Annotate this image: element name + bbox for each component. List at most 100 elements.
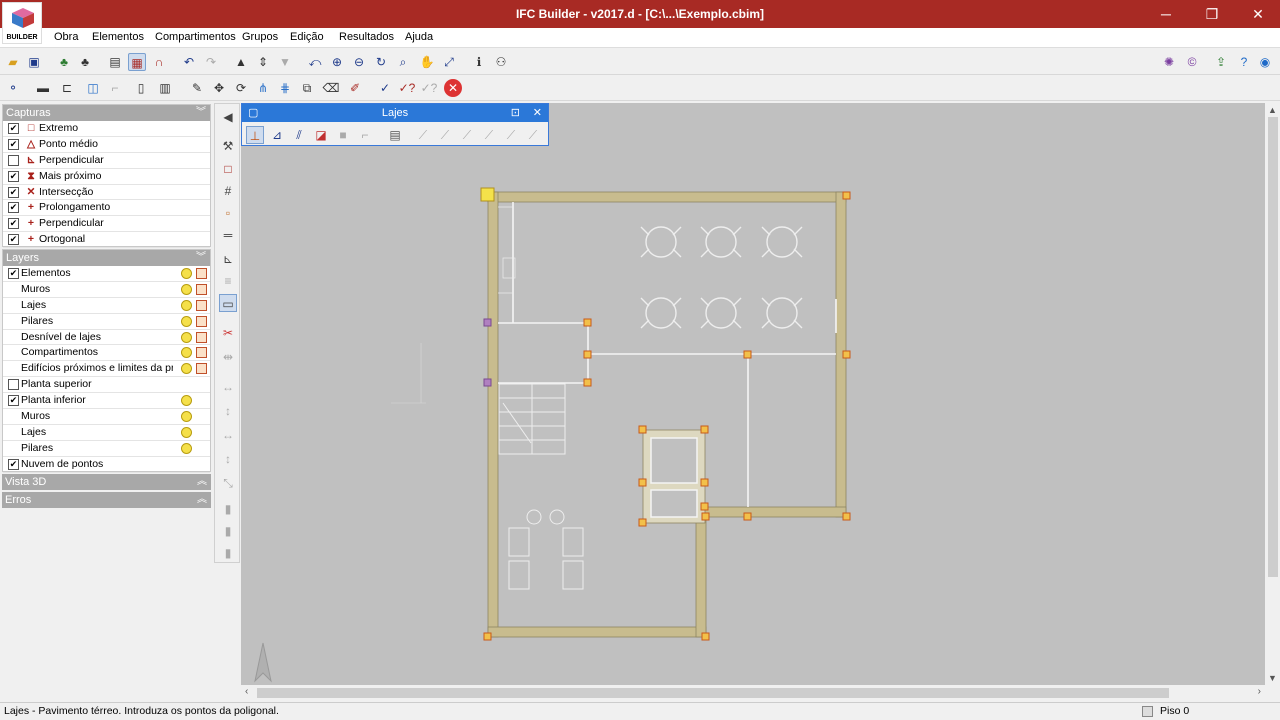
capture-checkbox[interactable] — [8, 154, 19, 166]
dim-v2-icon[interactable]: ↕ — [219, 450, 237, 468]
door-icon[interactable]: ⊏ — [58, 79, 76, 97]
dim-h-icon[interactable]: ↔ — [219, 378, 237, 396]
opening-icon[interactable]: ⟋ — [414, 126, 432, 144]
grid-icon[interactable]: ▦ — [128, 53, 146, 71]
lajes-header[interactable]: ▢ Lajes ⊡ ✕ — [242, 104, 548, 122]
collapse-chevron-icon[interactable]: ︾ — [196, 250, 206, 266]
undo-icon[interactable]: ↶ — [180, 53, 198, 71]
capture-checkbox[interactable]: ✔ — [8, 123, 19, 134]
capture-row[interactable]: ✔ ⧗ Mais próximo — [3, 169, 210, 185]
report-icon[interactable]: ▤ — [106, 53, 124, 71]
check-icon[interactable]: ✓ — [376, 79, 394, 97]
dim-diag-icon[interactable]: ⤡ — [219, 474, 237, 492]
drawing-canvas[interactable] — [241, 103, 1265, 685]
visibility-bulb-icon[interactable] — [181, 426, 192, 438]
floor-plan[interactable] — [241, 103, 1265, 685]
wall-icon[interactable]: ▬ — [34, 79, 52, 97]
zoom-extents-icon[interactable]: ⤢ — [440, 53, 458, 71]
floor-select-icon[interactable]: ⇕ — [254, 53, 272, 71]
layer-row[interactable]: ✔ Nuvem de pontos — [3, 457, 210, 473]
align-icon[interactable]: ⇹ — [219, 348, 237, 366]
pan-hand-icon[interactable]: ✋ — [418, 53, 436, 71]
expand-chevron-icon[interactable]: ︽ — [197, 492, 207, 508]
capture-row[interactable]: ✔ + Perpendicular — [3, 216, 210, 233]
grid-elem-icon[interactable]: # — [219, 182, 237, 200]
dim-v-icon[interactable]: ↕ — [219, 402, 237, 420]
edit-props-icon[interactable]: ✐ — [346, 79, 364, 97]
opening4-icon[interactable]: ⟋ — [480, 126, 498, 144]
slab-slope-icon[interactable]: ⊿ — [268, 126, 286, 144]
opening5-icon[interactable]: ⟋ — [502, 126, 520, 144]
opening2-icon[interactable]: ⟋ — [436, 126, 454, 144]
layer-row[interactable]: Pilares — [3, 441, 210, 457]
slab-outline-icon[interactable]: □ — [219, 160, 237, 178]
scroll-left-icon[interactable]: ‹ — [245, 686, 248, 697]
menu-grupos[interactable]: Grupos — [242, 31, 278, 43]
tree-gray-icon[interactable]: ♣ — [76, 53, 94, 71]
elev3-icon[interactable]: ▮ — [219, 544, 237, 562]
lock-icon[interactable] — [196, 347, 207, 359]
visibility-bulb-icon[interactable] — [181, 442, 192, 454]
lock-icon[interactable] — [196, 315, 207, 327]
visibility-bulb-icon[interactable] — [181, 283, 192, 295]
scroll-right-icon[interactable]: › — [1258, 686, 1261, 697]
cut-icon[interactable]: ✂ — [219, 324, 237, 342]
rotate-icon[interactable]: ⟳ — [232, 79, 250, 97]
visibility-bulb-icon[interactable] — [181, 331, 192, 343]
lock-icon[interactable] — [196, 283, 207, 295]
expand-chevron-icon[interactable]: ︽ — [197, 474, 207, 490]
help-icon[interactable]: ? — [1235, 53, 1253, 71]
level-icon[interactable]: ⊾ — [219, 250, 237, 268]
elev2-icon[interactable]: ▮ — [219, 522, 237, 540]
window-elem-icon[interactable]: ◫ — [84, 79, 102, 97]
visibility-bulb-icon[interactable] — [181, 268, 192, 279]
layer-row[interactable]: Desnível de lajes — [3, 330, 210, 346]
step-icon[interactable]: ⌐ — [106, 79, 124, 97]
stair-elem-icon[interactable]: ≡ — [219, 272, 237, 290]
close-button[interactable]: ✕ — [1244, 3, 1272, 25]
capture-row[interactable]: ✔ □ Extremo — [3, 121, 210, 137]
capture-checkbox[interactable]: ✔ — [8, 138, 19, 150]
lock-icon[interactable] — [196, 299, 207, 311]
slab-step-icon[interactable]: ⌐ — [356, 126, 374, 144]
capture-checkbox[interactable]: ✔ — [8, 186, 19, 198]
vertical-scrollbar[interactable]: ▲ ▼ — [1266, 103, 1280, 685]
pencil-icon[interactable]: ✎ — [188, 79, 206, 97]
network-icon[interactable]: ✺ — [1160, 53, 1178, 71]
menu-edicao[interactable]: Edição — [290, 31, 324, 43]
capture-row[interactable]: ⊾ Perpendicular — [3, 153, 210, 169]
slab-props-icon[interactable]: ▤ — [386, 126, 404, 144]
layer-row[interactable]: Edifícios próximos e limites da pr... — [3, 361, 210, 378]
info-icon[interactable]: ℹ — [470, 53, 488, 71]
visibility-bulb-icon[interactable] — [181, 315, 192, 327]
capture-checkbox[interactable]: ✔ — [8, 218, 19, 230]
copy-icon[interactable]: ⧉ — [298, 79, 316, 97]
pin-icon[interactable]: ⊡ — [511, 104, 520, 122]
eraser-icon[interactable]: ⌫ — [322, 79, 340, 97]
layer-row[interactable]: ✔ Elementos — [3, 266, 210, 282]
mirror-copy-icon[interactable]: ⋕ — [276, 79, 294, 97]
vista3d-header[interactable]: Vista 3D ︽ — [2, 474, 211, 490]
magnet-icon[interactable]: ∩ — [150, 53, 168, 71]
zoom-back-icon[interactable]: ⤺ — [306, 53, 324, 71]
restore-button[interactable]: ❐ — [1198, 3, 1226, 25]
vertical-scroll-thumb[interactable] — [1268, 117, 1278, 577]
elev-icon[interactable]: ▮ — [219, 500, 237, 518]
capture-row[interactable]: ✔ + Ortogonal — [3, 232, 210, 249]
capture-checkbox[interactable]: ✔ — [8, 234, 19, 246]
minimize-button[interactable]: ─ — [1152, 3, 1180, 25]
horizontal-scrollbar[interactable]: ‹ › — [241, 686, 1265, 700]
slab-edit-icon[interactable]: ⫽ — [290, 126, 308, 144]
slab-color-icon[interactable]: ◪ — [312, 126, 330, 144]
zoom-window-icon[interactable]: ⊕ — [328, 53, 346, 71]
mirror-icon[interactable]: ⋔ — [254, 79, 272, 97]
capture-checkbox[interactable]: ✔ — [8, 170, 19, 182]
floor-down-icon[interactable]: ▼ — [276, 53, 294, 71]
zoom-all-icon[interactable]: ⊖ — [350, 53, 368, 71]
visibility-bulb-icon[interactable] — [181, 363, 192, 375]
layer-row[interactable]: Muros — [3, 409, 210, 425]
zoom-refresh-icon[interactable]: ↻ — [372, 53, 390, 71]
scroll-down-icon[interactable]: ▼ — [1268, 673, 1277, 683]
slab-fill-icon[interactable]: ■ — [334, 126, 352, 144]
update-icon[interactable]: © — [1183, 53, 1201, 71]
